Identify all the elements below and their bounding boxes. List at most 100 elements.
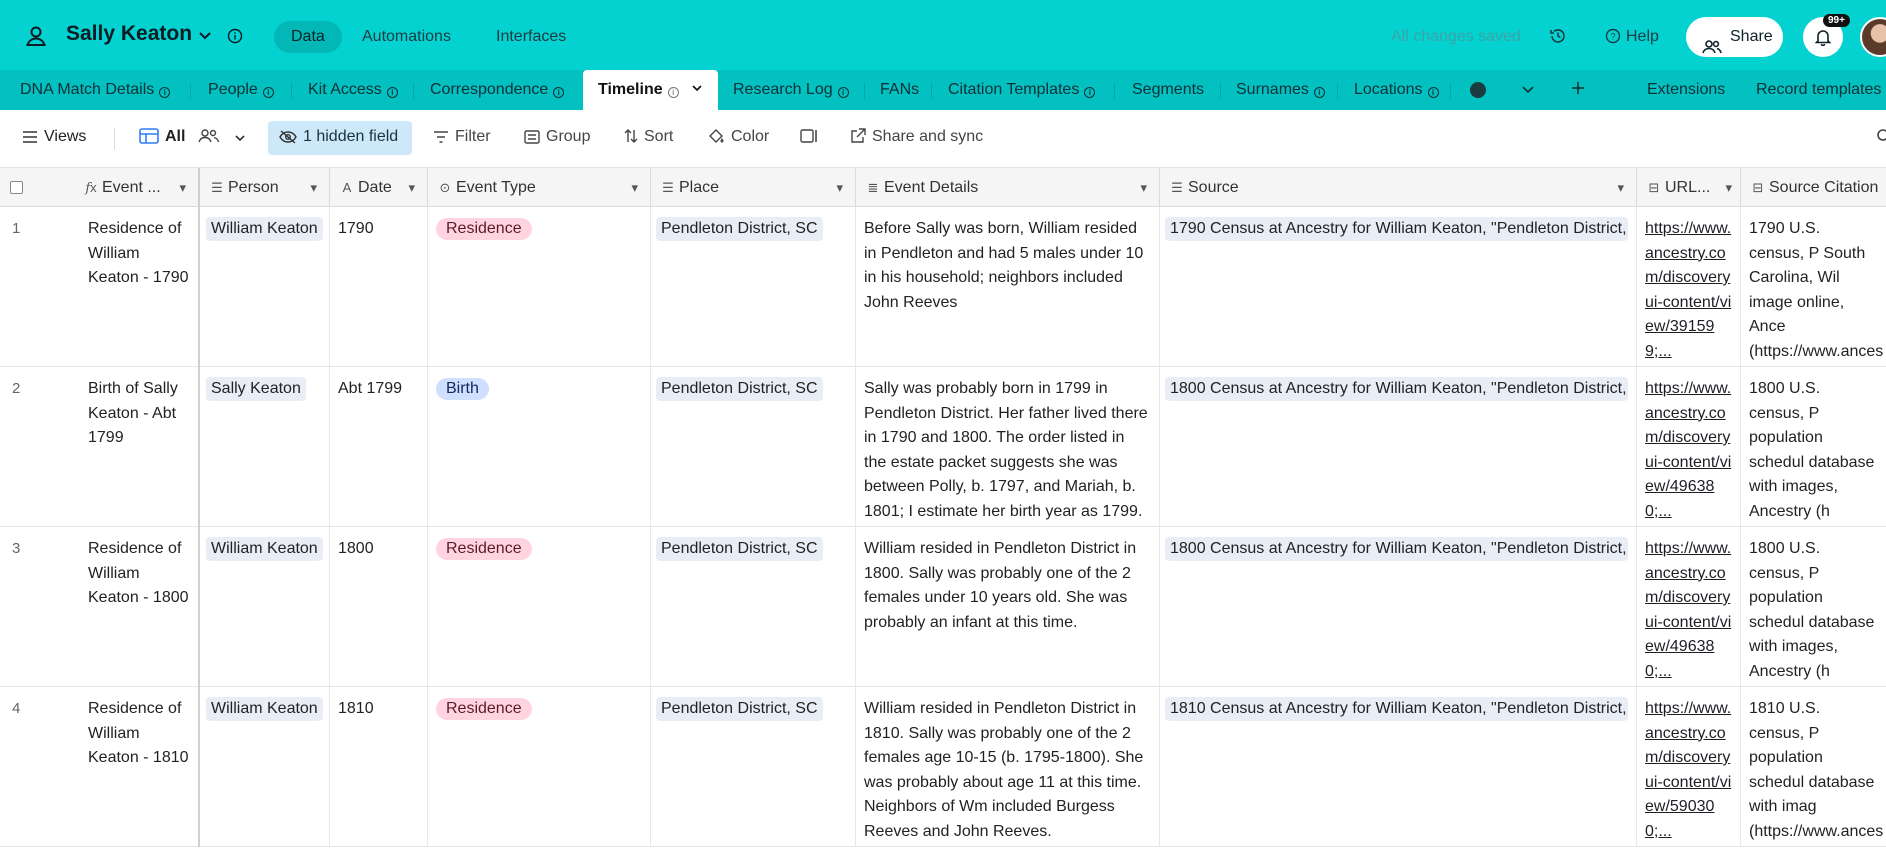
- person-link-chip[interactable]: William Keaton: [206, 537, 323, 561]
- url-cell[interactable]: https://www.ancestry.com/discoveryui-con…: [1637, 207, 1741, 367]
- person-cell[interactable]: William Keaton: [200, 207, 330, 367]
- nav-data[interactable]: Data: [274, 21, 342, 53]
- filter-button[interactable]: Filter: [433, 128, 491, 146]
- record-templates-button[interactable]: Record templates: [1756, 70, 1881, 110]
- extensions-button[interactable]: Extensions: [1647, 70, 1725, 110]
- url-link[interactable]: https://www.ancestry.com/discoveryui-con…: [1645, 380, 1731, 520]
- color-button[interactable]: Color: [707, 128, 769, 146]
- tab-research-log[interactable]: Research Log i: [733, 70, 849, 110]
- event-type-cell[interactable]: Residence: [428, 207, 651, 367]
- column-header-place[interactable]: ☰ Place ▾: [651, 168, 856, 207]
- event-details-cell[interactable]: William resided in Pendleton District in…: [856, 527, 1160, 687]
- date-cell[interactable]: 1810: [330, 687, 428, 847]
- source-cell[interactable]: 1790 Census at Ancestry for William Keat…: [1160, 207, 1637, 367]
- source-citation-cell[interactable]: 1800 U.S. census, P population schedul d…: [1741, 367, 1886, 527]
- source-citation-cell[interactable]: 1800 U.S. census, P population schedul d…: [1741, 527, 1886, 687]
- base-user-icon[interactable]: [24, 24, 48, 48]
- base-name[interactable]: Sally Keaton: [66, 22, 192, 46]
- url-cell[interactable]: https://www.ancestry.com/discoveryui-con…: [1637, 367, 1741, 527]
- column-header-date[interactable]: A Date ▾: [330, 168, 428, 207]
- tab-citation-templates[interactable]: Citation Templates i: [948, 70, 1096, 110]
- share-button[interactable]: Share: [1686, 17, 1783, 57]
- source-citation-cell[interactable]: 1810 U.S. census, P population schedul d…: [1741, 687, 1886, 847]
- share-and-sync-button[interactable]: Share and sync: [850, 128, 983, 146]
- source-cell[interactable]: 1810 Census at Ancestry for William Keat…: [1160, 687, 1637, 847]
- person-cell[interactable]: William Keaton: [200, 527, 330, 687]
- person-link-chip[interactable]: Sally Keaton: [206, 377, 306, 401]
- place-link-chip[interactable]: Pendleton District, SC: [656, 697, 823, 721]
- place-cell[interactable]: Pendleton District, SC: [651, 687, 856, 847]
- view-switcher[interactable]: All: [139, 128, 252, 146]
- history-icon[interactable]: [1549, 27, 1567, 50]
- place-cell[interactable]: Pendleton District, SC: [651, 527, 856, 687]
- source-cell[interactable]: 1800 Census at Ancestry for William Keat…: [1160, 367, 1637, 527]
- more-tabs-button[interactable]: [1460, 70, 1496, 110]
- all-tables-dropdown[interactable]: [1510, 70, 1546, 110]
- source-citation-cell[interactable]: 1790 U.S. census, P South Carolina, Wil …: [1741, 207, 1886, 367]
- person-cell[interactable]: Sally Keaton: [200, 367, 330, 527]
- event-details-cell[interactable]: Before Sally was born, William resided i…: [856, 207, 1160, 367]
- column-header-event-details[interactable]: ≣ Event Details ▾: [856, 168, 1160, 207]
- url-cell[interactable]: https://www.ancestry.com/discoveryui-con…: [1637, 527, 1741, 687]
- date-cell[interactable]: Abt 1799: [330, 367, 428, 527]
- column-header-source-citation[interactable]: ⊟ Source Citation: [1741, 168, 1886, 207]
- event-details-cell[interactable]: Sally was probably born in 1799 in Pendl…: [856, 367, 1160, 527]
- place-cell[interactable]: Pendleton District, SC: [651, 367, 856, 527]
- tab-people[interactable]: People i: [208, 70, 274, 110]
- place-link-chip[interactable]: Pendleton District, SC: [656, 537, 823, 561]
- column-header-person[interactable]: ☰ Person ▾: [200, 168, 330, 207]
- row-height-button[interactable]: [800, 128, 824, 146]
- event-cell[interactable]: Residence of William Keaton - 1810: [80, 687, 200, 847]
- person-link-chip[interactable]: William Keaton: [206, 697, 323, 721]
- group-button[interactable]: Group: [524, 128, 590, 146]
- column-header-event[interactable]: fx Event ... ▾: [80, 168, 200, 207]
- table-row[interactable]: 4 Residence of William Keaton - 1810 Wil…: [0, 687, 1886, 847]
- date-cell[interactable]: 1790: [330, 207, 428, 367]
- table-row[interactable]: 1 Residence of William Keaton - 1790 Wil…: [0, 207, 1886, 367]
- source-link-chip[interactable]: 1790 Census at Ancestry for William Keat…: [1165, 217, 1628, 241]
- table-row[interactable]: 3 Residence of William Keaton - 1800 Wil…: [0, 527, 1886, 687]
- place-link-chip[interactable]: Pendleton District, SC: [656, 217, 823, 241]
- url-link[interactable]: https://www.ancestry.com/discoveryui-con…: [1645, 700, 1731, 840]
- url-cell[interactable]: https://www.ancestry.com/discoveryui-con…: [1637, 687, 1741, 847]
- event-cell[interactable]: Residence of William Keaton - 1800: [80, 527, 200, 687]
- views-button[interactable]: Views: [22, 128, 86, 146]
- info-icon[interactable]: [227, 28, 243, 49]
- tab-surnames[interactable]: Surnames i: [1236, 70, 1325, 110]
- chevron-down-icon[interactable]: [198, 28, 212, 47]
- source-link-chip[interactable]: 1810 Census at Ancestry for William Keat…: [1165, 697, 1628, 721]
- source-cell[interactable]: 1800 Census at Ancestry for William Keat…: [1160, 527, 1637, 687]
- tab-fans[interactable]: FANs: [880, 70, 919, 110]
- nav-automations[interactable]: Automations: [345, 21, 468, 53]
- event-cell[interactable]: Residence of William Keaton - 1790: [80, 207, 200, 367]
- url-link[interactable]: https://www.ancestry.com/discoveryui-con…: [1645, 220, 1731, 360]
- source-link-chip[interactable]: 1800 Census at Ancestry for William Keat…: [1165, 537, 1628, 561]
- tab-kit-access[interactable]: Kit Access i: [308, 70, 398, 110]
- date-cell[interactable]: 1800: [330, 527, 428, 687]
- add-table-button[interactable]: [1560, 70, 1596, 110]
- event-cell[interactable]: Birth of Sally Keaton - Abt 1799: [80, 367, 200, 527]
- tab-locations[interactable]: Locations i: [1354, 70, 1439, 110]
- column-header-url[interactable]: ⊟ URL... ▾: [1637, 168, 1741, 207]
- search-icon[interactable]: [1876, 128, 1886, 146]
- event-type-cell[interactable]: Birth: [428, 367, 651, 527]
- tab-timeline[interactable]: Timeline i: [583, 70, 719, 110]
- place-link-chip[interactable]: Pendleton District, SC: [656, 377, 823, 401]
- tab-segments[interactable]: Segments: [1132, 70, 1204, 110]
- event-type-cell[interactable]: Residence: [428, 527, 651, 687]
- source-link-chip[interactable]: 1800 Census at Ancestry for William Keat…: [1165, 377, 1628, 401]
- event-type-cell[interactable]: Residence: [428, 687, 651, 847]
- nav-interfaces[interactable]: Interfaces: [479, 21, 583, 53]
- avatar[interactable]: [1860, 17, 1886, 57]
- column-header-event-type[interactable]: ⊙ Event Type ▾: [428, 168, 651, 207]
- event-details-cell[interactable]: William resided in Pendleton District in…: [856, 687, 1160, 847]
- sort-button[interactable]: Sort: [624, 128, 673, 146]
- column-header-source[interactable]: ☰ Source ▾: [1160, 168, 1637, 207]
- tab-dna-match-details[interactable]: DNA Match Details i: [20, 70, 171, 110]
- person-link-chip[interactable]: William Keaton: [206, 217, 323, 241]
- table-row[interactable]: 2 Birth of Sally Keaton - Abt 1799 Sally…: [0, 367, 1886, 527]
- url-link[interactable]: https://www.ancestry.com/discoveryui-con…: [1645, 540, 1731, 680]
- person-cell[interactable]: William Keaton: [200, 687, 330, 847]
- tab-correspondence[interactable]: Correspondence i: [430, 70, 565, 110]
- help-button[interactable]: ? Help: [1605, 28, 1659, 46]
